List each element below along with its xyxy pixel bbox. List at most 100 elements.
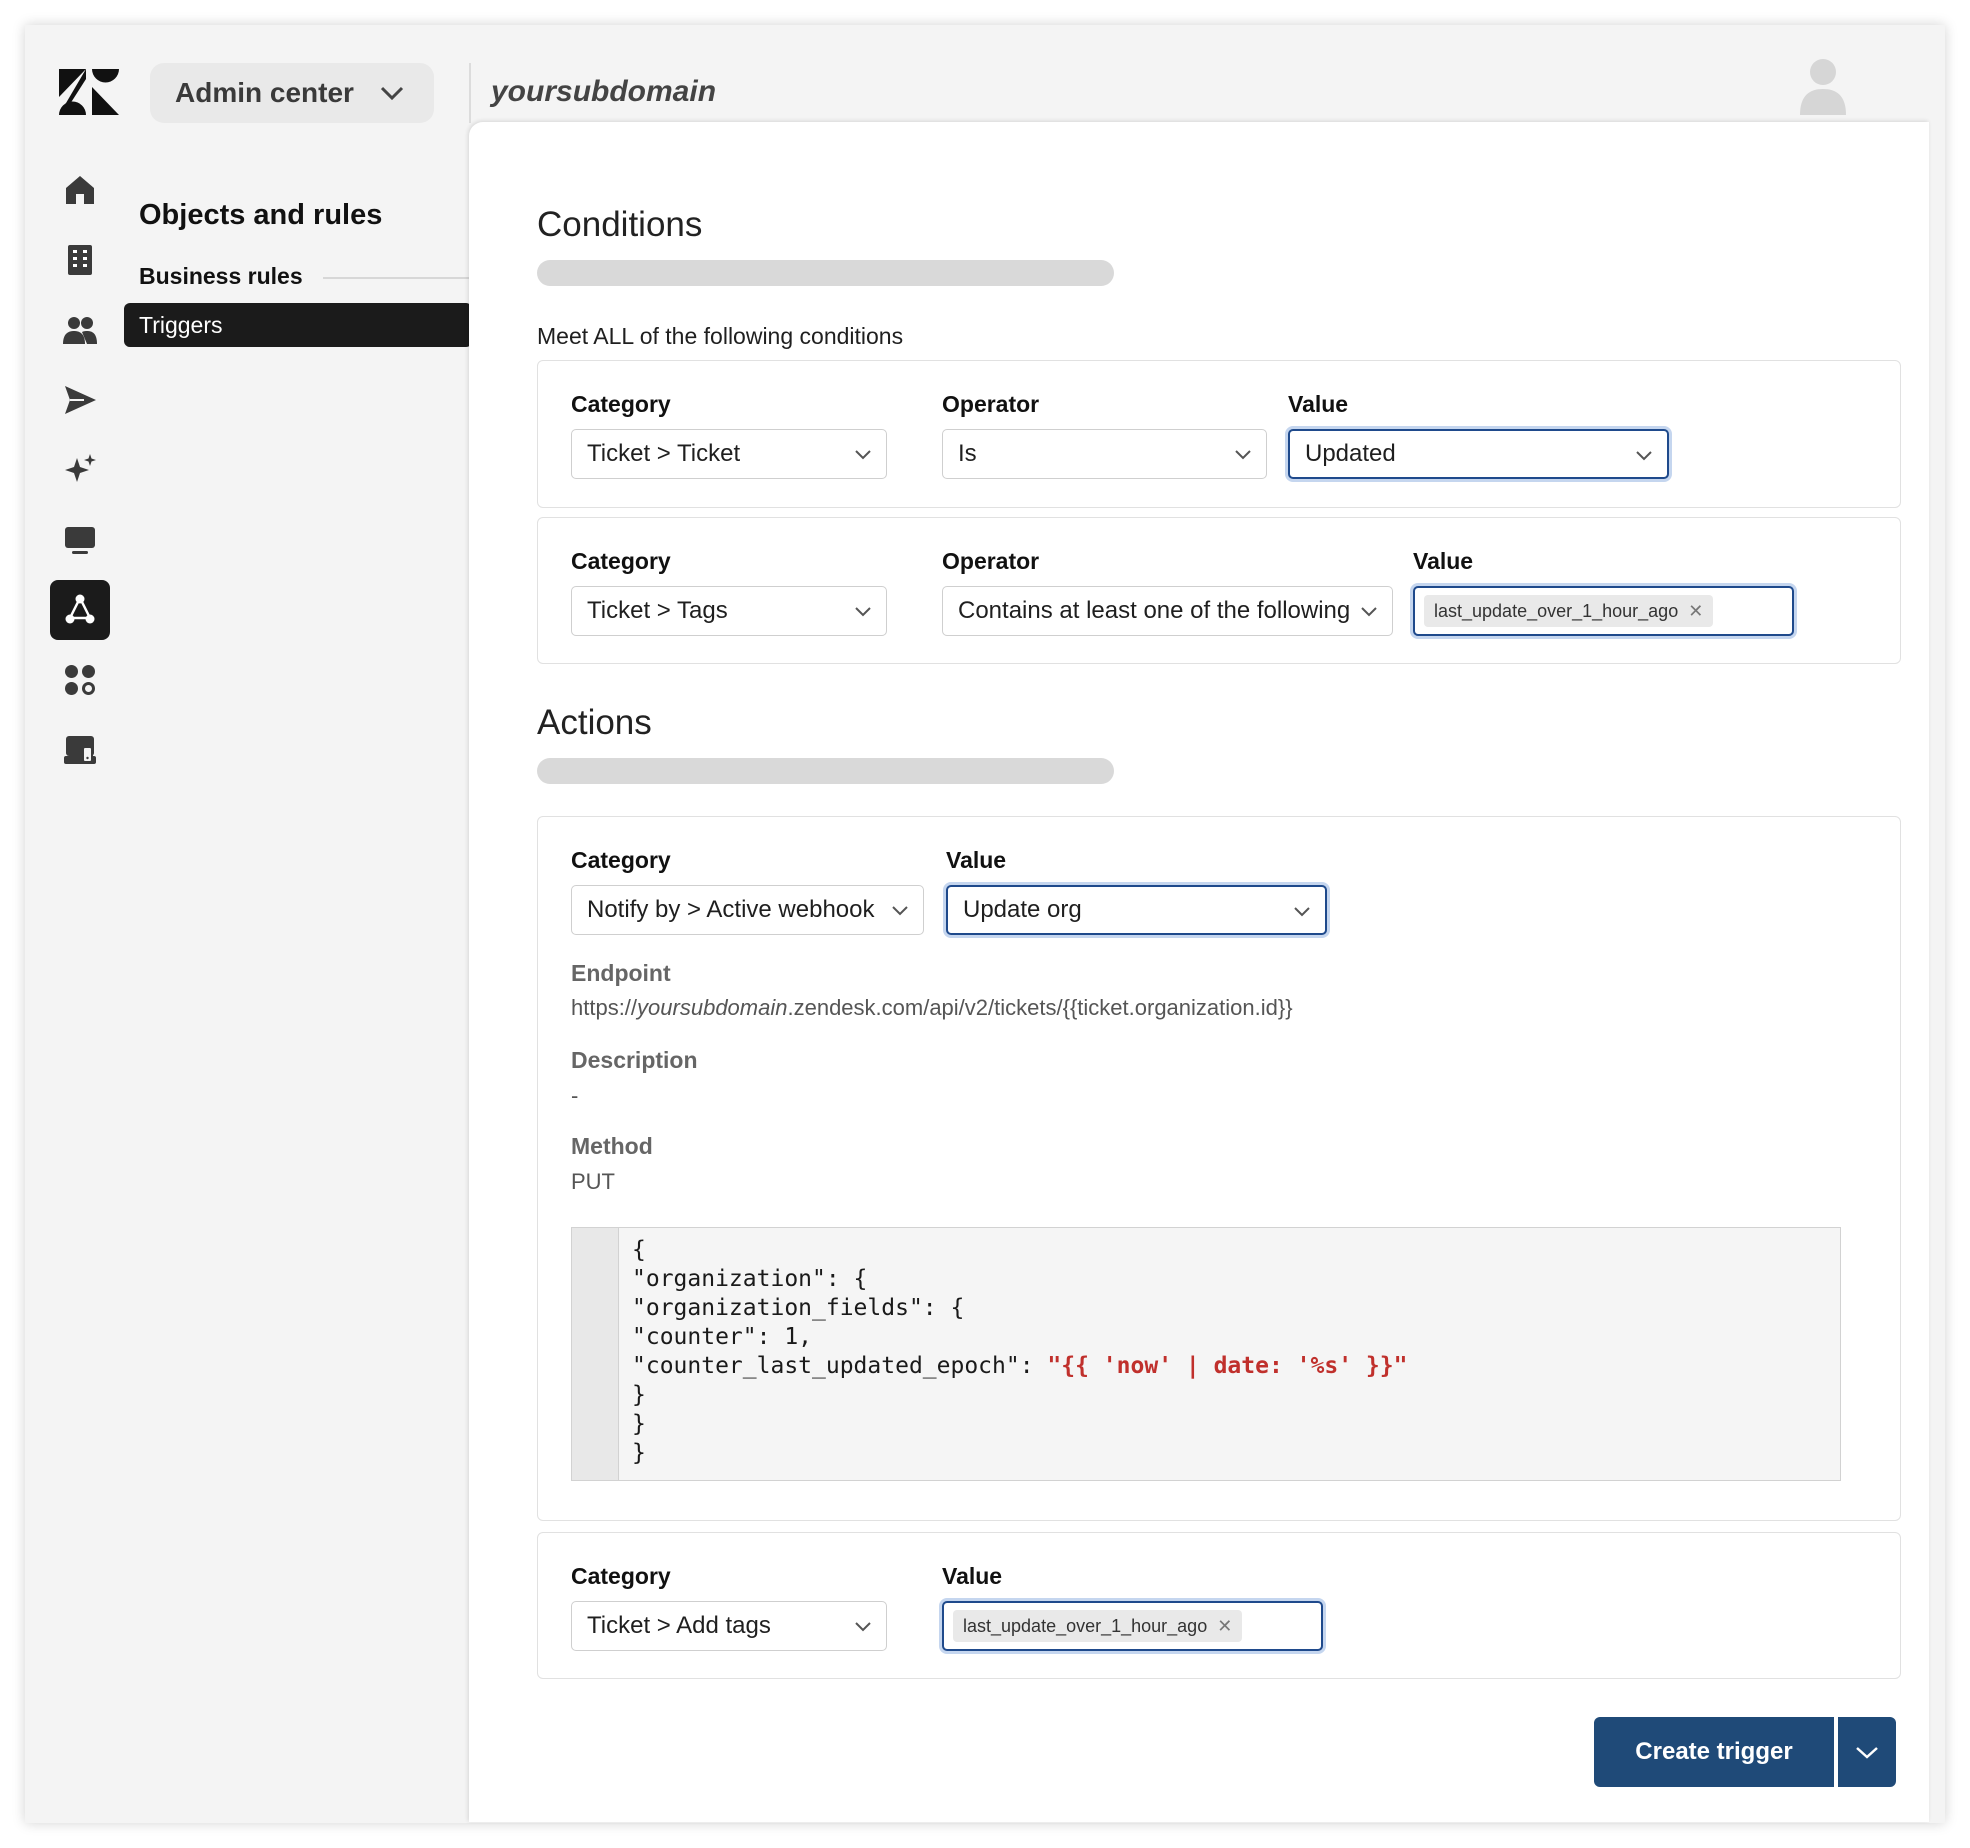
category-select[interactable]: Ticket > Tags xyxy=(571,586,887,636)
code-line: } xyxy=(632,1411,646,1437)
endpoint-prefix: https:// xyxy=(571,995,638,1020)
header-divider xyxy=(469,63,471,123)
sparkle-icon xyxy=(65,454,96,482)
nav-people[interactable] xyxy=(50,300,110,360)
category-select[interactable]: Ticket > Ticket xyxy=(571,429,887,479)
subnav-section-business-rules: Business rules xyxy=(139,263,303,289)
actions-heading: Actions xyxy=(537,703,652,742)
category-select-value: Ticket > Ticket xyxy=(587,440,741,467)
endpoint-suffix: .zendesk.com/api/v2/tickets/{{ticket.org… xyxy=(787,995,1293,1020)
conditions-match-text: Meet ALL of the following conditions xyxy=(537,323,904,349)
category-select-value: Notify by > Active webhook xyxy=(587,896,875,923)
chevron-down-icon xyxy=(892,906,908,916)
workspace-icon xyxy=(65,527,95,554)
code-line: { xyxy=(632,1237,646,1263)
operator-select-value: Contains at least one of the following xyxy=(958,597,1351,624)
code-line: "organization": { xyxy=(632,1266,868,1292)
action-row-webhook: Category Notify by > Active webhook Valu… xyxy=(537,816,1901,1521)
send-icon xyxy=(65,386,96,414)
code-gutter xyxy=(572,1228,619,1480)
nav-ai[interactable] xyxy=(50,440,110,500)
nav-home[interactable] xyxy=(50,160,110,220)
code-line: "counter": 1, xyxy=(632,1324,813,1350)
code-line: "counter_last_updated_epoch": "{{ 'now' … xyxy=(632,1352,1407,1381)
secondary-nav: Objects and rules Business rules Trigger… xyxy=(124,145,501,1823)
method-value: PUT xyxy=(571,1169,615,1194)
create-options-button[interactable] xyxy=(1838,1717,1896,1787)
description-value: - xyxy=(571,1083,579,1108)
operator-label: Operator xyxy=(942,391,1040,417)
value-label: Value xyxy=(946,847,1007,873)
zendesk-logo[interactable] xyxy=(59,69,119,115)
category-select[interactable]: Notify by > Active webhook xyxy=(571,885,924,935)
endpoint-subdomain: yoursubdomain xyxy=(637,995,788,1020)
webhook-select[interactable]: Update org xyxy=(946,885,1327,935)
nav-devices[interactable] xyxy=(50,720,110,780)
conditions-heading: Conditions xyxy=(537,205,703,244)
value-select[interactable]: Updated xyxy=(1288,429,1669,479)
operator-label: Operator xyxy=(942,548,1040,574)
tags-input[interactable]: last_update_over_1_hour_ago ✕ xyxy=(1413,586,1794,636)
create-trigger-button[interactable]: Create trigger xyxy=(1594,1717,1834,1787)
code-line: } xyxy=(632,1440,646,1466)
webhook-select-value: Update org xyxy=(963,896,1082,923)
objects-rules-icon xyxy=(65,594,95,624)
nav-account[interactable] xyxy=(50,230,110,290)
chevron-down-icon xyxy=(855,1622,871,1632)
nav-apps[interactable] xyxy=(50,650,110,710)
subnav-section-divider xyxy=(323,277,478,279)
description-label: Description xyxy=(571,1047,698,1073)
value-label: Value xyxy=(1413,548,1474,574)
chevron-down-icon xyxy=(1856,1747,1878,1759)
category-label: Category xyxy=(571,847,671,873)
category-label: Category xyxy=(571,391,671,417)
code-liquid-string: "{{ 'now' | date: '%s' }}" xyxy=(1047,1353,1408,1379)
subnav-item-triggers[interactable]: Triggers xyxy=(124,303,472,347)
nav-workspaces[interactable] xyxy=(50,510,110,570)
chevron-down-icon xyxy=(1361,607,1377,617)
code-line: } xyxy=(632,1382,646,1408)
method-label: Method xyxy=(571,1133,653,1159)
tag-chip: last_update_over_1_hour_ago ✕ xyxy=(1424,595,1714,627)
condition-row: Category Ticket > Tags Operator Contains… xyxy=(537,517,1901,664)
operator-select[interactable]: Is xyxy=(942,429,1267,479)
endpoint-label: Endpoint xyxy=(571,960,671,986)
subdomain-name: yoursubdomain xyxy=(491,75,717,108)
actions-loading-skeleton xyxy=(537,758,1114,784)
category-select-value: Ticket > Add tags xyxy=(587,1612,771,1639)
nav-channels[interactable] xyxy=(50,370,110,430)
tag-chip-label: last_update_over_1_hour_ago xyxy=(1434,600,1679,621)
building-icon xyxy=(68,245,92,275)
apps-icon xyxy=(65,665,95,695)
code-key: "counter_last_updated_epoch": xyxy=(632,1353,1048,1379)
value-select-value: Updated xyxy=(1305,440,1396,467)
json-body-editor[interactable]: {"organization": {"organization_fields":… xyxy=(571,1227,1841,1481)
condition-row: Category Ticket > Ticket Operator Is Val… xyxy=(537,360,1901,508)
remove-tag-icon[interactable]: ✕ xyxy=(1217,1616,1232,1637)
tag-chip: last_update_over_1_hour_ago ✕ xyxy=(953,1610,1243,1642)
action-row-add-tags: Category Ticket > Add tags Value last_up… xyxy=(537,1532,1901,1679)
chevron-down-icon xyxy=(855,607,871,617)
remove-tag-icon[interactable]: ✕ xyxy=(1688,601,1703,622)
nav-objects-rules[interactable] xyxy=(50,580,110,640)
operator-select[interactable]: Contains at least one of the following xyxy=(942,586,1393,636)
chevron-down-icon xyxy=(380,86,403,101)
operator-select-value: Is xyxy=(958,440,977,467)
category-select[interactable]: Ticket > Add tags xyxy=(571,1601,887,1651)
category-label: Category xyxy=(571,1563,671,1589)
tags-input[interactable]: last_update_over_1_hour_ago ✕ xyxy=(942,1601,1323,1651)
endpoint-value: https://yoursubdomain.zendesk.com/api/v2… xyxy=(571,995,1293,1021)
code-lines: {"organization": {"organization_fields":… xyxy=(632,1236,1407,1468)
category-select-value: Ticket > Tags xyxy=(587,597,728,624)
value-label: Value xyxy=(1288,391,1349,417)
chevron-down-icon xyxy=(1235,450,1251,460)
user-avatar-icon[interactable] xyxy=(1798,57,1848,115)
chevron-down-icon xyxy=(855,450,871,460)
home-icon xyxy=(66,176,94,204)
product-switcher[interactable]: Admin center xyxy=(150,63,434,123)
primary-nav xyxy=(25,145,131,1823)
people-icon xyxy=(63,317,97,344)
chevron-down-icon xyxy=(1636,451,1652,461)
value-label: Value xyxy=(942,1563,1003,1589)
devices-icon xyxy=(64,736,96,764)
